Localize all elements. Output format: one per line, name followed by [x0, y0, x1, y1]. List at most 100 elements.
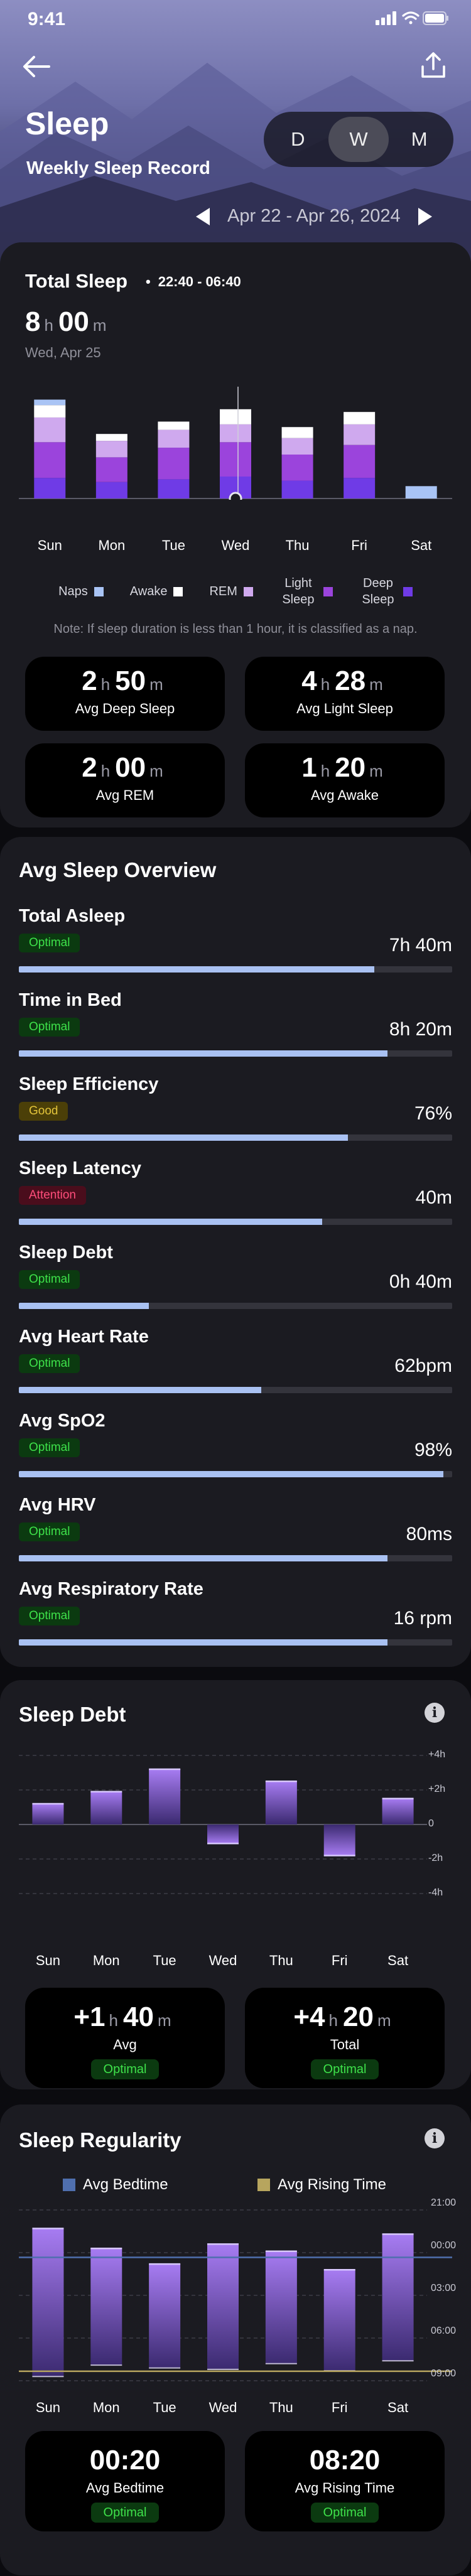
- stat-avg-rising-time: 08:20 Avg Rising Time Optimal: [245, 2431, 445, 2531]
- x-tick-label: Wed: [208, 2400, 237, 2415]
- metric-label: Time in Bed: [19, 990, 122, 1010]
- x-tick-label: Mon: [92, 2400, 120, 2415]
- status-badge: Attention: [19, 1186, 86, 1205]
- segment-month[interactable]: M: [389, 117, 450, 162]
- avg-sleep-overview-card: Avg Sleep Overview Total Asleep Optimal 7h…: [0, 837, 471, 1667]
- y-tick-label: 09:00: [431, 2368, 457, 2379]
- progress-fill: [19, 1219, 322, 1225]
- status-badge: Optimal: [19, 1354, 80, 1373]
- x-tick-label: Wed: [208, 1953, 237, 1968]
- x-tick-label: Mon: [92, 1953, 120, 1968]
- share-button[interactable]: [416, 48, 451, 83]
- selection-marker[interactable]: [229, 492, 242, 500]
- metric-label: Avg Heart Rate: [19, 1327, 149, 1347]
- progress-fill: [19, 1134, 349, 1141]
- y-tick-label: 0: [428, 1818, 434, 1829]
- progress-fill: [19, 966, 374, 973]
- metric-value: 7h 40m: [389, 935, 452, 956]
- share-icon: [421, 52, 445, 78]
- stat-avg-deep-sleep: 2 h 50 m Avg Deep Sleep: [25, 657, 225, 731]
- metric-value: 0h 40m: [389, 1271, 452, 1292]
- page-subtitle: Weekly Sleep Record: [26, 158, 210, 178]
- x-tick-label: Fri: [331, 1953, 348, 1968]
- legend-naps: Naps: [58, 585, 104, 599]
- bar-segment-awake: [220, 409, 251, 424]
- info-icon[interactable]: i: [425, 1703, 445, 1723]
- info-icon[interactable]: i: [425, 2128, 445, 2148]
- bar-segment-awake: [158, 421, 190, 430]
- bar-segment-awake: [34, 405, 66, 418]
- nap-note: Note: If sleep duration is less than 1 h…: [53, 622, 418, 636]
- sleep-window-bar: [265, 2251, 297, 2364]
- status-badge: Optimal: [19, 1270, 80, 1289]
- sleep-window-bar: [32, 2228, 64, 2377]
- y-tick-label: 21:00: [431, 2197, 457, 2208]
- metric-value: 98%: [414, 1440, 452, 1460]
- back-button[interactable]: [19, 49, 54, 84]
- y-tick-label: -2h: [428, 1853, 443, 1863]
- debt-bar: [382, 1798, 414, 1824]
- bar-segment-naps: [34, 399, 66, 406]
- metric-row: Sleep Latency Attention 40m: [19, 1158, 452, 1242]
- segment-day[interactable]: D: [268, 117, 328, 162]
- next-week-button[interactable]: [418, 207, 432, 225]
- sleep-time-range: • 22:40 - 06:40: [146, 274, 241, 289]
- metric-label: Avg Respiratory Rate: [19, 1579, 203, 1599]
- y-tick-label: +4h: [428, 1749, 446, 1760]
- total-sleep-duration: 8 h 00 m: [25, 306, 107, 337]
- metric-value: 8h 20m: [389, 1019, 452, 1040]
- metric-row: Total Asleep Optimal 7h 40m: [19, 906, 452, 990]
- progress-track: [19, 1050, 452, 1057]
- date-range: Apr 22 - Apr 26, 2024: [227, 206, 401, 226]
- sleep-window-bar: [149, 2264, 181, 2368]
- bar-segment-deep-sleep: [281, 480, 313, 498]
- status-icons: [376, 10, 450, 30]
- bar-segment-rem: [281, 438, 313, 455]
- prev-week-button[interactable]: [196, 207, 210, 225]
- status-badge: Optimal: [19, 934, 80, 952]
- x-tick-label: Tue: [153, 1953, 176, 1968]
- sleep-window-bar: [90, 2248, 122, 2366]
- debt-bar: [207, 1824, 239, 1844]
- status-badge: Optimal: [90, 2059, 160, 2079]
- status-badge: Optimal: [19, 1018, 80, 1037]
- x-tick-label: Tue: [153, 2400, 176, 2415]
- sleep-window-bar: [382, 2234, 414, 2361]
- legend-awake: Awake: [130, 585, 183, 599]
- bar-segment-rem: [95, 441, 127, 458]
- bar-segment-deep-sleep: [95, 482, 127, 498]
- stat-avg-rem: 2 h 00 m Avg REM: [25, 743, 225, 817]
- progress-track: [19, 966, 452, 973]
- total-sleep-chart[interactable]: [19, 374, 452, 500]
- progress-fill: [19, 1050, 387, 1057]
- overview-title: Avg Sleep Overview: [19, 858, 217, 881]
- x-tick-label: Tue: [161, 537, 185, 553]
- status-badge: Optimal: [310, 2503, 379, 2523]
- metric-label: Sleep Debt: [19, 1242, 113, 1263]
- stat-avg-debt: +1 h 40 m Avg Optimal: [25, 1988, 225, 2088]
- signal-icon: [376, 11, 396, 25]
- bar-segment-light-sleep: [344, 445, 376, 478]
- debt-bar: [90, 1791, 122, 1824]
- metric-label: Avg SpO2: [19, 1411, 106, 1431]
- bar-segment-awake: [95, 434, 127, 441]
- bar-segment-light-sleep: [95, 457, 127, 482]
- debt-bar: [32, 1804, 64, 1824]
- x-tick-label: Sat: [387, 2400, 409, 2415]
- date-navigator: Apr 22 - Apr 26, 2024: [196, 206, 432, 227]
- sleep-regularity-chart[interactable]: [19, 2205, 452, 2393]
- progress-fill: [19, 1303, 149, 1309]
- sleep-debt-chart[interactable]: [19, 1749, 452, 1900]
- total-sleep-card: Total Sleep • 22:40 - 06:40 8 h 00 m Wed, Ap…: [0, 242, 471, 827]
- segment-week[interactable]: W: [328, 117, 389, 162]
- x-tick-label: Thu: [269, 2400, 293, 2415]
- metric-label: Total Asleep: [19, 906, 126, 926]
- legend-deep-sleep: Deep Sleep: [359, 575, 413, 608]
- x-tick-label: Fri: [331, 2400, 348, 2415]
- metric-value: 76%: [414, 1103, 452, 1124]
- status-badge: Optimal: [19, 1438, 80, 1457]
- metric-row: Avg HRV Optimal 80ms: [19, 1495, 452, 1579]
- bar-segment-deep-sleep: [344, 478, 376, 498]
- x-tick-label: Sun: [35, 2400, 60, 2415]
- x-tick-label: Sun: [37, 537, 62, 553]
